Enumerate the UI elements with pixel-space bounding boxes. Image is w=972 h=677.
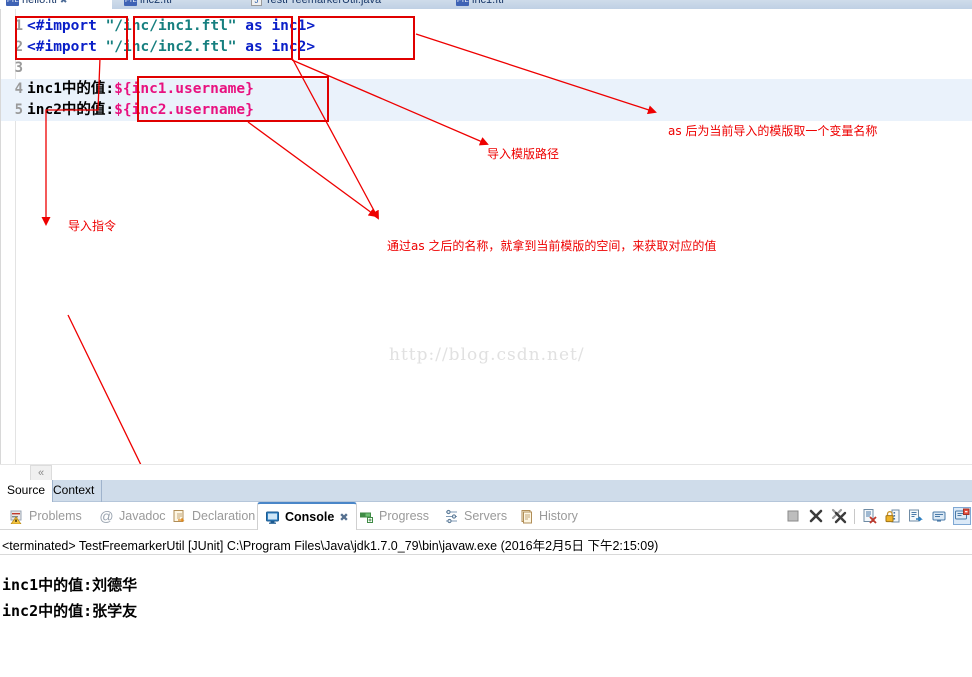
tab-context[interactable]: Context (46, 480, 103, 502)
annotation-as-alias: as 后为当前导入的模版取一个变量名称 (668, 124, 878, 138)
code-line-text: <#import "/inc/inc2.ftl" as inc2> (27, 37, 315, 58)
code-line-text: <#import "/inc/inc1.ftl" as inc1> (27, 16, 315, 37)
editor-tab-inc1-ftl[interactable]: FTL inc1.ftl (450, 0, 550, 9)
code-token-asvar: as inc2> (245, 39, 316, 55)
tab-label: Servers (464, 509, 508, 523)
tab-console[interactable]: Console ✖ (257, 502, 357, 530)
progress-icon (359, 509, 374, 524)
code-line[interactable]: 2 <#import "/inc/inc2.ftl" as inc2> (1, 37, 972, 58)
console-panel[interactable]: <terminated> TestFreemarkerUtil [JUnit] … (0, 530, 972, 677)
javadoc-icon: @ (99, 507, 114, 524)
line-number: 4 (14, 81, 23, 97)
terminate-button[interactable] (785, 508, 801, 524)
console-output-line: inc2中的值:张学友 (2, 602, 138, 620)
remove-all-launches-button[interactable] (831, 508, 847, 524)
tab-label: Problems (29, 509, 82, 523)
eclipse-window: FTL hello.ftl ✖ FTL inc2.ftl J TestFreem… (0, 0, 972, 677)
open-console-button[interactable] (953, 507, 971, 525)
tab-servers[interactable]: Servers (437, 502, 514, 530)
ftl-file-icon: FTL (456, 0, 469, 6)
line-number: 3 (14, 60, 23, 76)
line-number: 1 (14, 18, 23, 34)
line-number: 5 (14, 102, 23, 118)
display-console-button[interactable] (931, 508, 947, 524)
code-token-expr: ${inc2.username} (114, 102, 254, 118)
code-token-expr: ${inc1.username} (114, 81, 254, 97)
code-line[interactable]: 3 (1, 58, 972, 79)
code-token-string: "/inc/inc1.ftl" (105, 18, 246, 34)
servers-icon (444, 509, 459, 524)
toolbar-separator (854, 508, 855, 524)
code-token-plain: inc2中的值: (27, 102, 115, 118)
ftl-file-icon: FTL (6, 0, 19, 6)
console-output: inc1中的值:刘德华 inc2中的值:张学友 (2, 572, 137, 624)
editor-tab-label: TestFreemarkerUtil.java (265, 0, 382, 6)
code-line-text: inc1中的值:${inc1.username} (27, 79, 254, 100)
tab-javadoc[interactable]: @ Javadoc (92, 502, 173, 530)
tab-label: History (539, 509, 578, 523)
console-terminated-line: <terminated> TestFreemarkerUtil [JUnit] … (2, 539, 659, 553)
history-icon (519, 509, 534, 524)
problems-icon (9, 509, 24, 524)
editor-tab-inc2-ftl[interactable]: FTL inc2.ftl (118, 0, 218, 9)
tab-label: Declaration (192, 509, 256, 523)
clear-console-button[interactable] (862, 508, 878, 524)
tab-declaration[interactable]: Declaration (165, 502, 262, 530)
editor-tab-testfreemarkerutil-java[interactable]: J TestFreemarkerUtil.java (245, 0, 440, 9)
editor-tab-label: hello.ftl (22, 0, 57, 6)
code-line[interactable]: 4 inc1中的值:${inc1.username} (1, 79, 972, 100)
scroll-lock-button[interactable] (885, 508, 901, 524)
annotation-namespace-access: 通过as 之后的名称，就拿到当前模版的空间，来获取对应的值 (387, 239, 717, 253)
editor-tab-label: inc2.ftl (140, 0, 172, 6)
source-context-tab-bar: Source Context (0, 480, 972, 502)
annotation-import-directive: 导入指令 (68, 219, 117, 233)
pin-console-button[interactable] (908, 508, 924, 524)
code-token-keyword: <#import (27, 39, 106, 55)
code-token-keyword: <#import (27, 18, 106, 34)
code-token-string: "/inc/inc2.ftl" (105, 39, 246, 55)
code-token-asvar: as inc1> (245, 18, 316, 34)
editor-tab-label: inc1.ftl (472, 0, 504, 6)
editor-horizontal-scrollbar[interactable]: « (0, 464, 972, 481)
console-output-line: inc1中的值:刘德华 (2, 576, 138, 594)
scroll-left-chevron-icon[interactable]: « (30, 465, 52, 481)
code-line[interactable]: 1 <#import "/inc/inc1.ftl" as inc1> (1, 16, 972, 37)
annotation-import-path: 导入模版路径 (487, 147, 560, 161)
watermark-text: http://blog.csdn.net/ (389, 345, 585, 365)
code-line-text: inc2中的值:${inc2.username} (27, 100, 254, 121)
tab-problems[interactable]: Problems (2, 502, 89, 530)
editor-tab-bar: FTL hello.ftl ✖ FTL inc2.ftl J TestFreem… (0, 0, 972, 9)
console-icon (265, 510, 280, 525)
close-icon[interactable]: ✖ (339, 511, 348, 524)
tab-label: Javadoc (119, 509, 166, 523)
declaration-icon (172, 509, 187, 524)
java-file-icon: J (251, 0, 262, 6)
line-number: 2 (14, 39, 23, 55)
console-toolbar (785, 502, 971, 530)
code-line[interactable]: 5 inc2中的值:${inc2.username} (1, 100, 972, 121)
close-icon[interactable]: ✖ (60, 0, 68, 6)
console-divider (0, 554, 972, 555)
ftl-file-icon: FTL (124, 0, 137, 6)
tab-progress[interactable]: Progress (352, 502, 436, 530)
tab-history[interactable]: History (512, 502, 585, 530)
editor-code-area[interactable]: 1 <#import "/inc/inc1.ftl" as inc1> 2 <#imp… (1, 16, 972, 121)
remove-launch-button[interactable] (808, 508, 824, 524)
tab-label: Progress (379, 509, 430, 523)
code-token-plain: inc1中的值: (27, 81, 115, 97)
tab-label: Console (285, 510, 335, 524)
editor-tab-hello-ftl[interactable]: FTL hello.ftl ✖ (0, 0, 112, 9)
